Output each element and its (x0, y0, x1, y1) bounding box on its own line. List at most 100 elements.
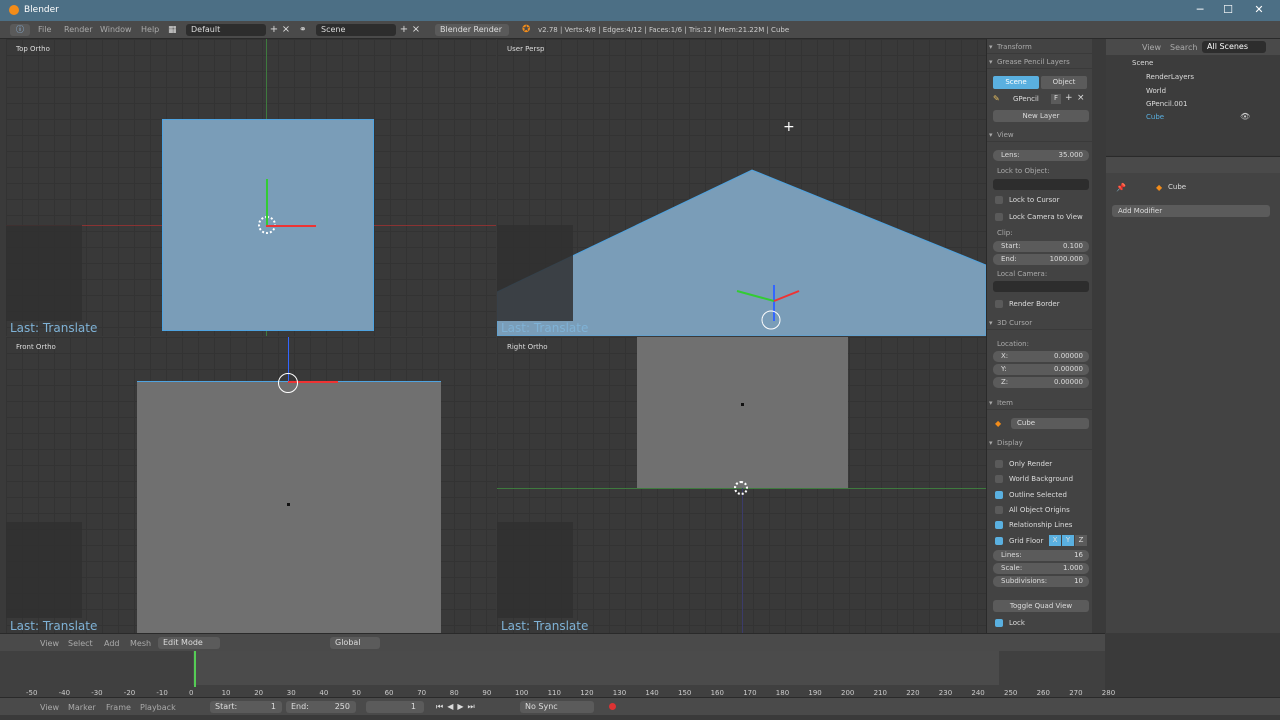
clip-start-field[interactable]: Start: 0.100 (993, 241, 1089, 252)
editor-type-icon[interactable]: ⓘ (10, 24, 30, 36)
maximize-button[interactable]: ☐ (1220, 3, 1236, 17)
grid-subdivisions-field[interactable]: Subdivisions: 10 (993, 576, 1089, 587)
viewport-right-ortho[interactable]: Right Ortho Last: Translate (497, 337, 986, 633)
panel-grease-pencil-header[interactable]: Grease Pencil Layers (987, 55, 1093, 69)
lock-camera-checkbox[interactable] (995, 213, 1003, 221)
relationship-lines-checkbox[interactable] (995, 521, 1003, 529)
timeline-playback-menu[interactable]: Playback (140, 703, 176, 712)
visibility-eye-icon[interactable]: 👁 (1240, 112, 1250, 121)
pin-icon[interactable]: 📌 (1116, 183, 1126, 192)
gpencil-fake-user[interactable]: F (1051, 94, 1061, 104)
grid-axis-x-toggle[interactable]: X (1049, 535, 1061, 546)
panel-transform-header[interactable]: Transform (987, 40, 1093, 54)
outliner-item-gpencil[interactable]: GPencil.001 (1146, 100, 1187, 108)
outliner: View Search All Scenes Scene RenderLayer… (1106, 39, 1280, 155)
outliner-item-cube[interactable]: Cube (1146, 113, 1164, 121)
panel-display-header[interactable]: Display (987, 436, 1093, 450)
timeline[interactable]: -50 -40 -30 -20 -10 0 10 20 30 40 50 60 70 80 90 100 110… (0, 651, 1115, 697)
panel-item-header[interactable]: Item (987, 396, 1093, 410)
viewport-top-ortho[interactable]: Top Ortho Last: Translate (6, 39, 496, 336)
menu-file[interactable]: File (38, 25, 51, 34)
panel-3d-cursor-header[interactable]: 3D Cursor (987, 316, 1093, 330)
mode-select[interactable]: Edit Mode (158, 637, 220, 649)
viewport-user-persp[interactable]: User Persp + Last: Translate (497, 39, 986, 336)
scene-field[interactable]: Scene (316, 24, 396, 36)
view3d-mesh-menu[interactable]: Mesh (130, 639, 151, 648)
playback-controls-icon[interactable]: ⏮◀▶⏭ (436, 702, 479, 712)
world-background-checkbox[interactable] (995, 475, 1003, 483)
lens-field[interactable]: Lens: 35.000 (993, 150, 1089, 161)
outliner-item-renderlayers[interactable]: RenderLayers (1146, 73, 1194, 81)
timeline-marker-menu[interactable]: Marker (68, 703, 96, 712)
grid-axis-z-toggle[interactable]: Z (1075, 535, 1087, 546)
cube-front-face[interactable] (137, 381, 441, 633)
lock-to-cursor-checkbox[interactable] (995, 196, 1003, 204)
grid-floor-label: Grid Floor (1009, 537, 1044, 545)
gpencil-name[interactable]: GPencil (1013, 95, 1039, 103)
gizmo-y-arrow[interactable] (266, 179, 268, 225)
grid-lines-field[interactable]: Lines: 16 (993, 550, 1089, 561)
local-camera-field[interactable] (993, 281, 1089, 292)
timeline-view-menu[interactable]: View (40, 703, 59, 712)
all-object-origins-checkbox[interactable] (995, 506, 1003, 514)
timeline-tick-label: 40 (319, 689, 329, 697)
layout-grid-icon[interactable]: ▦ (168, 25, 177, 35)
timeline-tick-label: 210 (873, 689, 887, 697)
timeline-tick-label: 240 (971, 689, 985, 697)
tab-scene[interactable]: Scene (993, 76, 1039, 89)
outliner-search-menu[interactable]: Search (1170, 43, 1197, 52)
cursor-y-field[interactable]: Y: 0.00000 (993, 364, 1089, 375)
outline-selected-checkbox[interactable] (995, 491, 1003, 499)
gpencil-remove-button[interactable]: × (1077, 93, 1085, 103)
timeline-tick-label: -30 (91, 689, 103, 697)
panel-view-header[interactable]: View (987, 128, 1093, 142)
menu-render[interactable]: Render (64, 25, 92, 34)
viewport-front-ortho[interactable]: Front Ortho Last: Translate (6, 337, 496, 633)
outliner-item-scene[interactable]: Scene (1132, 59, 1153, 67)
item-name-field[interactable]: Cube (1011, 418, 1089, 429)
toggle-quad-view-button[interactable]: Toggle Quad View (993, 600, 1089, 612)
gpencil-add-button[interactable]: + (1065, 93, 1073, 103)
timeline-frame-menu[interactable]: Frame (106, 703, 131, 712)
lock-checkbox[interactable] (995, 619, 1003, 627)
cursor-x-field[interactable]: X: 0.00000 (993, 351, 1089, 362)
add-modifier-select[interactable]: Add Modifier (1112, 205, 1270, 217)
view3d-select-menu[interactable]: Select (68, 639, 93, 648)
current-frame-field[interactable]: 1 (366, 701, 424, 713)
new-layer-button[interactable]: New Layer (993, 110, 1089, 122)
sync-select[interactable]: No Sync (520, 701, 594, 713)
scene-icon[interactable]: ⚭ (299, 25, 307, 35)
clip-end-field[interactable]: End: 1000.000 (993, 254, 1089, 265)
scene-remove-button[interactable]: × (410, 24, 422, 36)
menu-window[interactable]: Window (100, 25, 132, 34)
grid-axis-y-toggle[interactable]: Y (1062, 535, 1074, 546)
current-frame-marker[interactable] (194, 651, 196, 687)
lock-object-field[interactable] (993, 179, 1089, 190)
render-border-checkbox[interactable] (995, 300, 1003, 308)
menu-help[interactable]: Help (141, 25, 159, 34)
grid-floor-checkbox[interactable] (995, 537, 1003, 545)
outliner-item-world[interactable]: World (1146, 87, 1166, 95)
cursor-z-field[interactable]: Z: 0.00000 (993, 377, 1089, 388)
clip-label: Clip: (997, 229, 1013, 237)
only-render-checkbox[interactable] (995, 460, 1003, 468)
tab-object[interactable]: Object (1041, 76, 1087, 89)
layout-field[interactable]: Default (186, 24, 266, 36)
transform-orientation-select[interactable]: Global (330, 637, 380, 649)
minimize-button[interactable]: ─ (1192, 3, 1208, 17)
start-frame-field[interactable]: Start: 1 (210, 701, 282, 713)
outliner-display-mode[interactable]: All Scenes (1202, 41, 1266, 53)
close-button[interactable]: ✕ (1251, 3, 1267, 17)
cube-side-face[interactable] (637, 337, 848, 488)
end-frame-field[interactable]: End: 250 (286, 701, 356, 713)
grid-scale-field[interactable]: Scale: 1.000 (993, 563, 1089, 574)
outliner-view-menu[interactable]: View (1142, 43, 1161, 52)
record-icon[interactable] (609, 703, 616, 710)
scene-add-button[interactable]: + (398, 24, 410, 36)
view3d-add-menu[interactable]: Add (104, 639, 120, 648)
gizmo-x-arrow[interactable] (266, 225, 316, 227)
layout-remove-button[interactable]: × (280, 24, 292, 36)
view3d-view-menu[interactable]: View (40, 639, 59, 648)
layout-add-button[interactable]: + (268, 24, 280, 36)
render-engine-select[interactable]: Blender Render (435, 24, 509, 36)
